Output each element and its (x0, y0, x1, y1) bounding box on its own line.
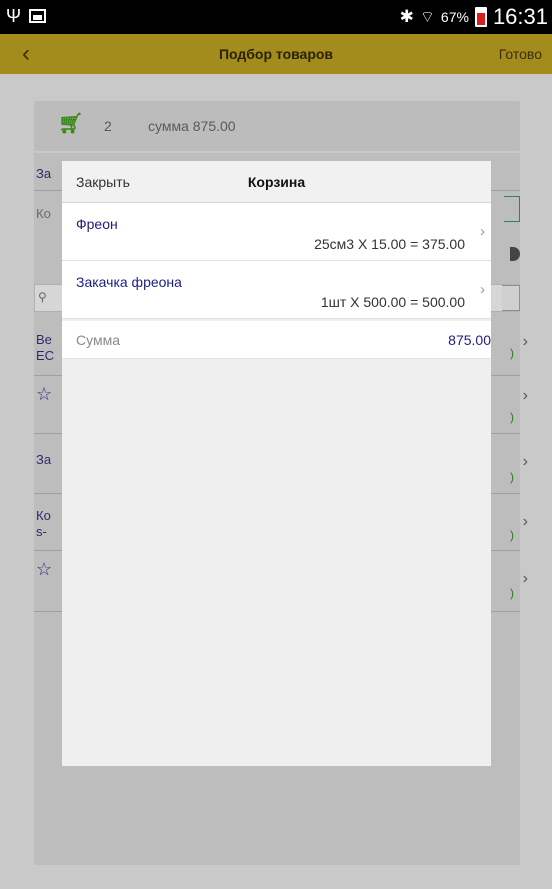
page-title: Подбор товаров (218, 46, 334, 62)
bg-label: За (36, 166, 52, 181)
bg-label: ЕС (36, 348, 55, 363)
total-value-wrap: 875.00 (361, 321, 491, 359)
status-right: ✱ ⌔ 67% 16:31 (400, 4, 548, 30)
chevron-right-icon: › (522, 513, 528, 530)
bg-input-edge (504, 196, 520, 222)
image-notification-icon (29, 9, 47, 23)
search-icon: ⚲ (38, 290, 47, 304)
bg-label: Ко (36, 508, 51, 523)
status-dot-icon: ) (510, 528, 514, 542)
bg-label: Ве (36, 332, 52, 347)
chevron-right-icon: › (522, 333, 528, 350)
modal-header: Закрыть Корзина (62, 161, 491, 203)
cart-item-calc: 25см3 X 15.00 = 375.00 (314, 236, 465, 252)
cart-item[interactable]: Фреон 25см3 X 15.00 = 375.00 › (62, 203, 491, 261)
search-bar-edge (502, 285, 520, 311)
status-bar: Ψ ✱ ⌔ 67% 16:31 (0, 0, 552, 34)
star-icon: ☆ (36, 384, 53, 404)
total-label: Сумма (76, 332, 120, 348)
cart-item-name: Фреон (76, 216, 118, 232)
status-dot-icon: ) (510, 470, 514, 484)
bg-label: s- (36, 524, 47, 539)
done-button[interactable]: Готово (499, 46, 542, 62)
modal-title: Корзина (247, 174, 306, 190)
battery-percent: 67% (440, 9, 469, 25)
status-dot-icon: ) (510, 410, 514, 424)
bg-label: Ко (36, 206, 51, 221)
bg-label: За (36, 452, 52, 467)
cart-item[interactable]: Закачка фреона 1шт X 500.00 = 500.00 › (62, 261, 491, 319)
status-dot-icon: ) (510, 586, 514, 600)
cart-modal: Закрыть Корзина Фреон 25см3 X 15.00 = 37… (62, 161, 491, 766)
cart-item-calc: 1шт X 500.00 = 500.00 (320, 294, 465, 310)
status-dot-icon: ) (510, 346, 514, 360)
battery-icon (474, 7, 487, 27)
cart-sum: сумма 875.00 (148, 118, 236, 134)
chevron-right-icon: › (522, 570, 528, 587)
cart-total-row: Сумма 875.00 (62, 321, 491, 359)
chevron-right-icon: › (480, 223, 485, 240)
usb-icon: Ψ (6, 6, 22, 26)
chevron-right-icon: › (480, 281, 485, 298)
total-value: 875.00 (448, 332, 491, 348)
star-icon: ☆ (36, 559, 53, 579)
chevron-right-icon: › (522, 453, 528, 470)
cart-item-name: Закачка фреона (76, 274, 182, 290)
app-header: ‹ Подбор товаров Готово (0, 34, 552, 74)
clock: 16:31 (492, 4, 548, 29)
cart-count: 2 (104, 118, 112, 134)
cart-icon: 🛒︎ (58, 113, 84, 135)
wifi-icon: ⌔ (419, 9, 435, 26)
bluetooth-icon: ✱ (399, 7, 414, 26)
chevron-right-icon: › (522, 387, 528, 404)
status-left: Ψ (6, 6, 47, 26)
